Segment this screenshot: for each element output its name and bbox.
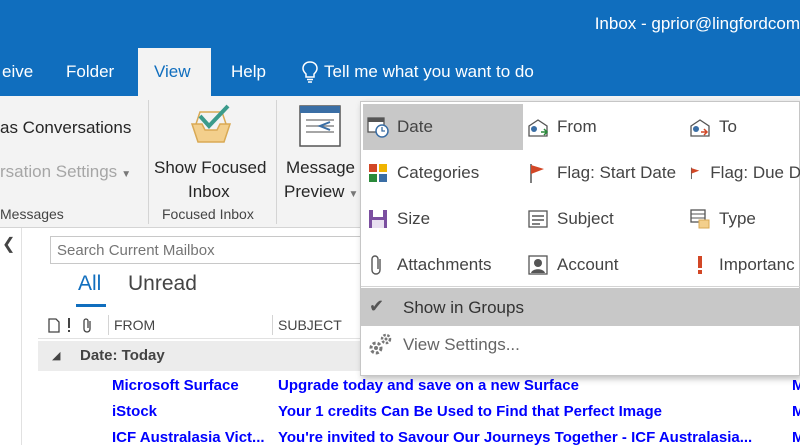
collapse-triangle-icon[interactable]: ◢ <box>52 349 60 362</box>
ribbon-tabs: eive Folder View Help Tell me what you w… <box>0 48 800 96</box>
calendar-clock-icon <box>367 117 389 138</box>
arrange-attachments[interactable]: Attachments <box>367 242 523 288</box>
categories-icon <box>369 164 387 182</box>
menu-divider <box>361 286 800 287</box>
focused-inbox-group-label: Focused Inbox <box>162 206 254 222</box>
show-focused-inbox-button[interactable]: Show Focused Inbox <box>150 100 272 201</box>
arrange-to-label: To <box>719 117 737 136</box>
lightbulb-icon <box>302 61 318 83</box>
arrange-from-label: From <box>557 117 597 136</box>
filter-unread[interactable]: Unread <box>128 272 197 296</box>
arrange-importance[interactable]: Importanc <box>689 242 800 288</box>
focused-inbox-icon <box>190 104 232 143</box>
checkmark-icon: ✔ <box>369 296 385 316</box>
tell-me-box[interactable]: Tell me what you want to do <box>302 48 534 96</box>
arrange-flag-due-date[interactable]: Flag: Due D <box>689 150 800 196</box>
arrange-by-menu: Date From To Categories Flag: Start Date… <box>360 101 800 376</box>
arrange-account[interactable]: Account <box>527 242 687 288</box>
mail-subject: Upgrade today and save on a new Surface <box>278 377 579 394</box>
arrange-subject[interactable]: Subject <box>527 196 687 242</box>
show-in-groups-item[interactable]: ✔ Show in Groups <box>361 288 800 326</box>
tab-receive[interactable]: eive <box>0 48 49 96</box>
conversation-settings-button[interactable]: rsation Settings ▼ <box>0 162 131 182</box>
gear-icon <box>369 333 392 355</box>
message-preview-icon <box>299 105 341 147</box>
active-filter-indicator <box>76 304 106 307</box>
mail-row[interactable]: Microsoft Surface Upgrade today and save… <box>38 373 800 399</box>
group-divider <box>276 100 277 224</box>
filter-all[interactable]: All <box>78 272 101 296</box>
arrange-flag-start-label: Flag: Start Date <box>557 163 677 182</box>
type-icon <box>690 209 710 229</box>
column-subject[interactable]: SUBJECT <box>278 317 342 333</box>
arrange-categories[interactable]: Categories <box>367 150 523 196</box>
preview-line2-wrapper: Preview ▼ <box>284 182 358 202</box>
arrange-flag-due-label: Flag: Due D <box>710 163 800 182</box>
conversation-settings-label: rsation Settings <box>0 162 118 181</box>
size-icon <box>369 210 387 228</box>
account-icon <box>528 255 548 275</box>
arrange-attachments-label: Attachments <box>397 255 492 274</box>
focused-line2: Inbox <box>188 182 230 201</box>
paperclip-icon[interactable] <box>81 317 95 334</box>
arrange-importance-label: Importanc <box>719 255 795 274</box>
flag-icon <box>530 164 544 183</box>
mail-extra: M <box>792 429 800 445</box>
window-title: Inbox - gprior@lingfordcom <box>594 14 800 33</box>
mail-extra: M <box>792 403 800 420</box>
preview-line2: Preview <box>284 182 345 201</box>
tell-me-label: Tell me what you want to do <box>324 62 534 81</box>
tab-help[interactable]: Help <box>215 48 282 96</box>
focused-line1: Show Focused <box>154 158 267 177</box>
mail-extra: M <box>792 377 800 394</box>
arrange-size[interactable]: Size <box>367 196 523 242</box>
chevron-down-icon: ▼ <box>121 169 132 180</box>
arrange-to[interactable]: To <box>689 104 800 150</box>
chevron-left-icon[interactable]: ❮ <box>2 234 15 254</box>
show-as-conversations-checkbox[interactable]: as Conversations <box>0 118 131 138</box>
messages-group-label: Messages <box>0 206 64 222</box>
group-divider <box>148 100 149 224</box>
mail-row[interactable]: ICF Australasia Vict... You're invited t… <box>38 425 800 445</box>
search-input[interactable] <box>50 236 380 264</box>
arrange-type-label: Type <box>719 209 756 228</box>
view-settings-item[interactable]: View Settings... <box>361 330 800 364</box>
folder-pane-collapsed: ❮ <box>0 228 22 445</box>
show-in-groups-label: Show in Groups <box>403 298 524 317</box>
importance-icon <box>698 256 702 274</box>
mail-subject: You're invited to Savour Our Journeys To… <box>278 429 753 445</box>
mail-from: iStock <box>112 403 158 420</box>
tab-view[interactable]: View <box>138 48 211 96</box>
chevron-down-icon: ▼ <box>348 189 359 200</box>
arrange-size-label: Size <box>397 209 431 228</box>
arrange-categories-label: Categories <box>397 163 480 182</box>
view-settings-label: View Settings... <box>403 335 520 354</box>
subject-icon <box>528 210 548 228</box>
arrange-flag-start-date[interactable]: Flag: Start Date <box>527 150 687 196</box>
arrange-date[interactable]: Date <box>363 104 523 150</box>
arrange-account-label: Account <box>557 255 619 274</box>
importance-icon[interactable] <box>67 318 71 333</box>
mail-from: ICF Australasia Vict... <box>112 429 265 445</box>
paperclip-icon <box>371 255 381 275</box>
envelope-person-to-icon <box>690 119 710 137</box>
mail-row[interactable]: iStock Your 1 credits Can Be Used to Fin… <box>38 399 800 425</box>
arrange-date-label: Date <box>397 117 433 136</box>
message-preview-button[interactable]: Message Preview ▼ <box>280 100 358 202</box>
column-separator[interactable] <box>272 315 273 335</box>
arrange-from[interactable]: From <box>527 104 677 150</box>
column-separator[interactable] <box>108 315 109 335</box>
envelope-person-icon <box>528 119 549 137</box>
group-header-label: Date: Today <box>80 347 165 364</box>
mail-from: Microsoft Surface <box>112 377 239 394</box>
arrange-type[interactable]: Type <box>689 196 800 242</box>
preview-line1: Message <box>286 158 355 177</box>
tab-folder[interactable]: Folder <box>50 48 130 96</box>
document-icon[interactable] <box>48 318 60 333</box>
flag-icon <box>690 167 700 180</box>
arrange-subject-label: Subject <box>557 209 614 228</box>
title-bar: Inbox - gprior@lingfordcom <box>0 0 800 48</box>
mail-subject: Your 1 credits Can Be Used to Find that … <box>278 403 662 420</box>
column-from[interactable]: FROM <box>114 317 155 333</box>
